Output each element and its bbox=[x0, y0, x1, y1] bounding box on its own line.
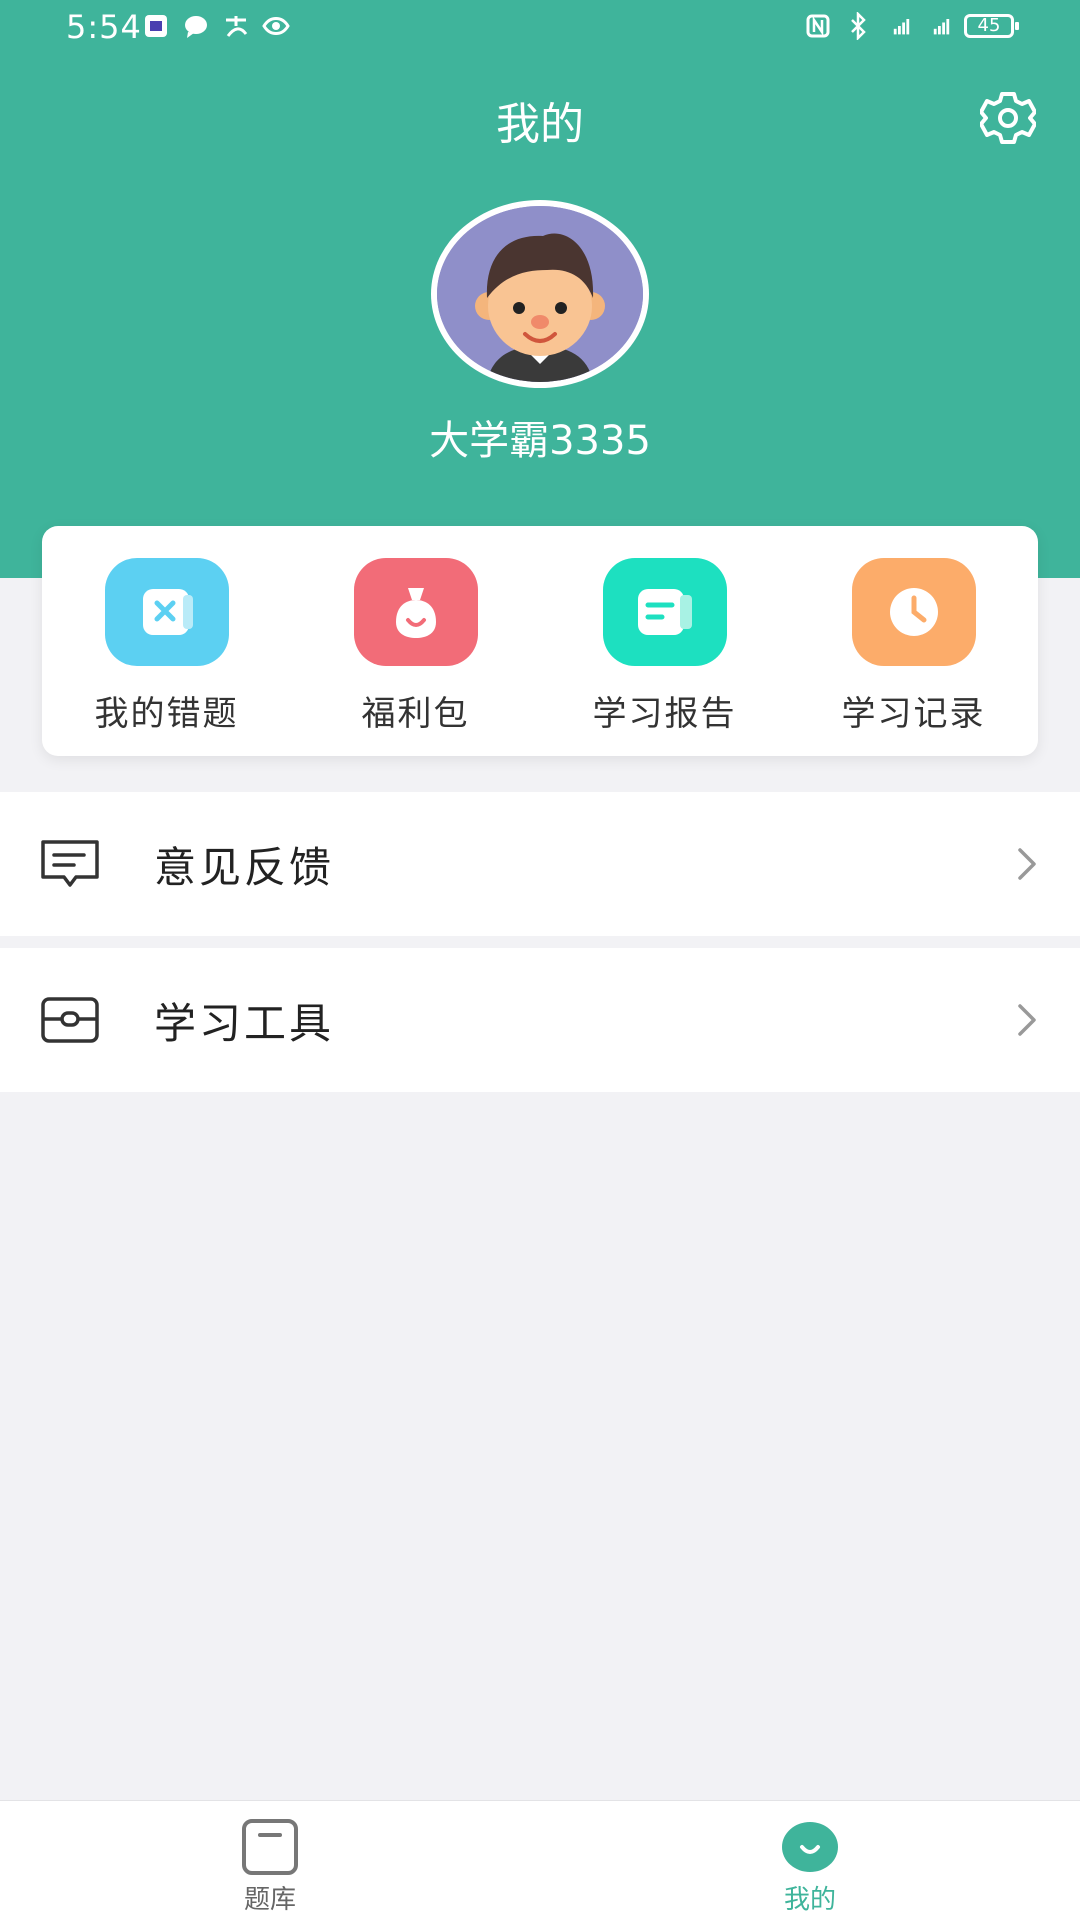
profile-header: 5:54 45 我的 大学霸3335 bbox=[0, 0, 1080, 578]
chevron-right-icon bbox=[1018, 848, 1036, 880]
menu-row-label: 意见反馈 bbox=[154, 842, 335, 892]
settings-gear-icon[interactable] bbox=[980, 90, 1036, 146]
quick-action-label: 学习报告 bbox=[592, 694, 737, 734]
tab-question-bank[interactable]: 题库 bbox=[0, 1801, 540, 1921]
tab-label: 我的 bbox=[783, 1885, 836, 1915]
toolbox-icon bbox=[41, 997, 99, 1043]
quick-action-wrong-questions[interactable]: 我的错题 bbox=[42, 526, 291, 756]
chevron-right-icon bbox=[1018, 1004, 1036, 1036]
status-left-icons bbox=[142, 12, 290, 40]
avatar[interactable] bbox=[431, 200, 649, 388]
quick-action-label: 我的错题 bbox=[94, 694, 239, 734]
notification-app-icon bbox=[145, 15, 167, 37]
alipay-icon bbox=[226, 16, 248, 37]
quick-action-gift-bag[interactable]: 福利包 bbox=[291, 526, 540, 756]
clock-icon bbox=[851, 558, 976, 666]
signal-5g-icon bbox=[893, 19, 910, 35]
signal-4g-icon bbox=[933, 19, 950, 35]
tab-label: 题库 bbox=[243, 1885, 296, 1915]
quick-actions-card: 我的错题 福利包 学习报告 学习记录 bbox=[42, 526, 1038, 756]
nfc-icon bbox=[806, 14, 830, 38]
quick-action-label: 福利包 bbox=[361, 694, 470, 734]
message-icon bbox=[185, 16, 207, 38]
battery-icon: 45 bbox=[964, 14, 1019, 38]
status-bar: 5:54 45 bbox=[0, 0, 1080, 58]
bottom-tab-bar: 题库 我的 bbox=[0, 1800, 1080, 1921]
boy-avatar-icon bbox=[437, 206, 643, 382]
status-right-icons: 45 bbox=[804, 12, 1019, 40]
bluetooth-icon bbox=[851, 12, 866, 40]
feedback-icon bbox=[41, 840, 99, 887]
gift-bag-icon bbox=[353, 558, 478, 666]
menu-row-tools[interactable]: 学习工具 bbox=[0, 948, 1080, 1092]
report-icon bbox=[602, 558, 727, 666]
quick-action-label: 学习记录 bbox=[841, 694, 986, 734]
quick-action-report[interactable]: 学习报告 bbox=[540, 526, 789, 756]
eye-icon bbox=[262, 17, 290, 35]
menu-row-label: 学习工具 bbox=[154, 998, 335, 1048]
avatar-image bbox=[437, 206, 643, 382]
quick-action-records[interactable]: 学习记录 bbox=[789, 526, 1038, 756]
question-bank-icon bbox=[242, 1819, 298, 1875]
wrong-questions-icon bbox=[104, 558, 229, 666]
status-time: 5:54 bbox=[66, 8, 142, 46]
page-title: 我的 bbox=[496, 99, 584, 150]
profile-icon bbox=[782, 1822, 838, 1872]
menu-row-feedback[interactable]: 意见反馈 bbox=[0, 792, 1080, 936]
tab-profile[interactable]: 我的 bbox=[540, 1801, 1080, 1921]
username: 大学霸3335 bbox=[429, 418, 651, 464]
